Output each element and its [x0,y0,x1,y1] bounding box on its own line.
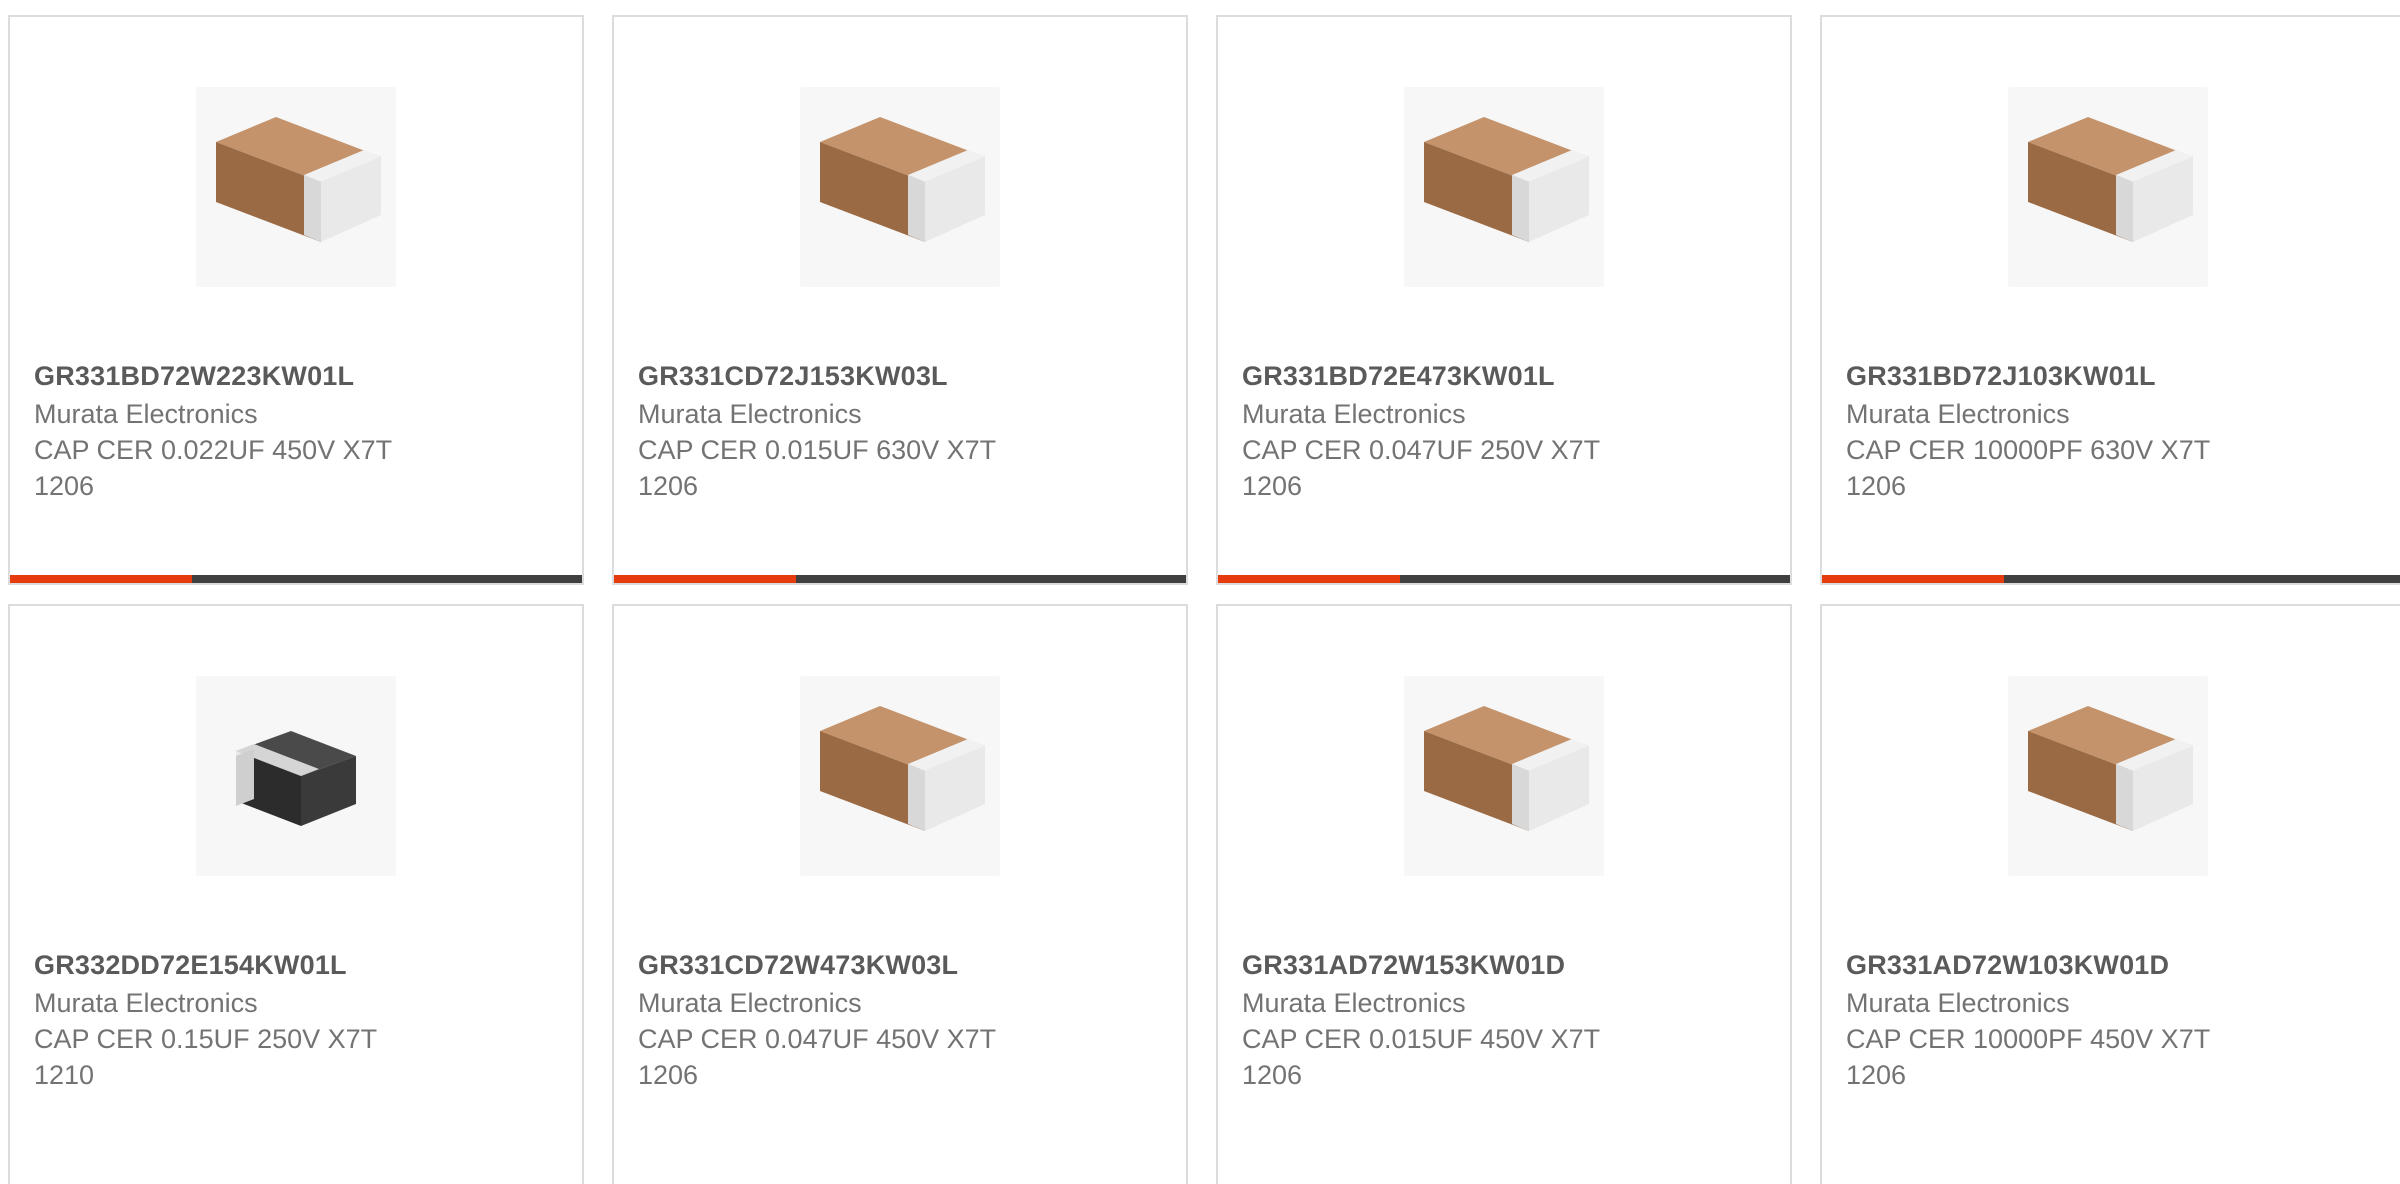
description: CAP CER 0.022UF 450V X7T [34,435,393,465]
product-image [800,676,1000,876]
capacitor-tan-1206-icon [820,706,985,831]
part-number[interactable]: GR331AD72W103KW01D [1846,950,2169,981]
manufacturer: Murata Electronics [34,399,258,429]
capacitor-black-1210-icon [236,731,356,826]
description: CAP CER 0.047UF 450V X7T [638,1024,997,1054]
product-image [800,87,1000,287]
part-number[interactable]: GR332DD72E154KW01L [34,950,347,981]
card-accent-bar [10,575,192,583]
product-card[interactable]: GR331BD72W223KW01L Murata Electronics CA… [8,15,584,585]
package-size: 1210 [34,1060,95,1090]
description: CAP CER 0.15UF 250V X7T [34,1024,378,1054]
capacitor-tan-1206-icon [216,117,381,242]
part-number[interactable]: GR331AD72W153KW01D [1242,950,1565,981]
manufacturer: Murata Electronics [1846,399,2070,429]
card-footer-bar [1218,575,1790,583]
package-size: 1206 [638,471,699,501]
package-size: 1206 [34,471,95,501]
description: CAP CER 10000PF 630V X7T [1846,435,2211,465]
package-size: 1206 [1242,471,1303,501]
capacitor-tan-1206-icon [1424,706,1589,831]
package-size: 1206 [1242,1060,1303,1090]
capacitor-tan-1206-icon [1424,117,1589,242]
card-accent-bar [1822,575,2004,583]
manufacturer: Murata Electronics [638,399,862,429]
product-grid: GR331BD72W223KW01L Murata Electronics CA… [0,0,2400,1184]
product-image [196,87,396,287]
product-card[interactable]: GR332DD72E154KW01L Murata Electronics CA… [8,604,584,1184]
part-number[interactable]: GR331CD72W473KW03L [638,950,958,981]
product-image [196,676,396,876]
capacitor-tan-1206-icon [820,117,985,242]
capacitor-tan-1206-icon [2028,706,2193,831]
product-card[interactable]: GR331AD72W153KW01D Murata Electronics CA… [1216,604,1792,1184]
product-image [2008,676,2208,876]
product-image [1404,676,1604,876]
package-size: 1206 [638,1060,699,1090]
capacitor-tan-1206-icon [2028,117,2193,242]
part-number[interactable]: GR331BD72W223KW01L [34,361,354,392]
product-image [2008,87,2208,287]
card-accent-bar [614,575,796,583]
product-card[interactable]: GR331AD72W103KW01D Murata Electronics CA… [1820,604,2400,1184]
card-footer-bar [614,575,1186,583]
product-card[interactable]: GR331CD72J153KW03L Murata Electronics CA… [612,15,1188,585]
card-footer-bar [10,575,582,583]
package-size: 1206 [1846,1060,1907,1090]
description: CAP CER 10000PF 450V X7T [1846,1024,2211,1054]
product-card[interactable]: GR331BD72E473KW01L Murata Electronics CA… [1216,15,1792,585]
manufacturer: Murata Electronics [1242,399,1466,429]
manufacturer: Murata Electronics [1242,988,1466,1018]
description: CAP CER 0.047UF 250V X7T [1242,435,1601,465]
product-card[interactable]: GR331BD72J103KW01L Murata Electronics CA… [1820,15,2400,585]
card-footer-bar [1822,575,2400,583]
part-number[interactable]: GR331CD72J153KW03L [638,361,948,392]
manufacturer: Murata Electronics [1846,988,2070,1018]
package-size: 1206 [1846,471,1907,501]
manufacturer: Murata Electronics [34,988,258,1018]
product-card[interactable]: GR331CD72W473KW03L Murata Electronics CA… [612,604,1188,1184]
part-number[interactable]: GR331BD72J103KW01L [1846,361,2156,392]
manufacturer: Murata Electronics [638,988,862,1018]
product-image [1404,87,1604,287]
card-accent-bar [1218,575,1400,583]
part-number[interactable]: GR331BD72E473KW01L [1242,361,1555,392]
description: CAP CER 0.015UF 630V X7T [638,435,997,465]
description: CAP CER 0.015UF 450V X7T [1242,1024,1601,1054]
